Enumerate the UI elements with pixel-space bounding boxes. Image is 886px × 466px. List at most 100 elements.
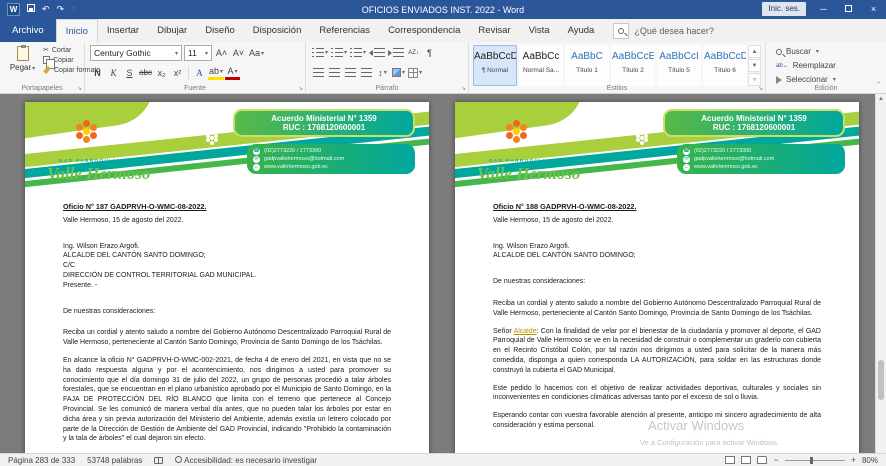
font-color-button[interactable]: A▾ bbox=[225, 65, 240, 80]
paragraph-dialog-launcher[interactable]: ↘ bbox=[461, 85, 466, 92]
borders-button[interactable]: ▾ bbox=[407, 65, 423, 80]
minimize-button[interactable]: ─ bbox=[811, 0, 836, 19]
document-area[interactable]: GAD PARROQUIAL Valle Hermoso Acuerdo Min… bbox=[0, 94, 886, 453]
redo-button[interactable]: ↷ bbox=[57, 3, 65, 16]
search-icon bbox=[618, 28, 624, 34]
scroll-up-arrow[interactable]: ▲ bbox=[876, 94, 886, 105]
style-normal[interactable]: AaBbCcD ¶ Normal bbox=[473, 45, 517, 86]
line-spacing-button[interactable]: ↕▾ bbox=[375, 65, 390, 80]
tab-correspondencia[interactable]: Correspondencia bbox=[379, 19, 469, 42]
page-indicator[interactable]: Página 283 de 333 bbox=[8, 456, 75, 465]
email-address: gadpvallehermoso@hotmail.com bbox=[694, 155, 774, 163]
scrollbar-thumb[interactable] bbox=[878, 360, 884, 400]
document-page-188[interactable]: GAD PARROQUIAL Valle Hermoso Acuerdo Min… bbox=[455, 102, 859, 453]
letter-body[interactable]: Oficio N° 188 GADPRVH-O-WMC-08-2022. Val… bbox=[493, 202, 821, 431]
style-titulo-5[interactable]: AaBbCcI Título 5 bbox=[657, 45, 701, 86]
tab-ayuda[interactable]: Ayuda bbox=[559, 19, 604, 42]
valle-hermoso-flower-logo bbox=[83, 128, 90, 135]
font-family-select[interactable]: Century Gothic▾ bbox=[90, 45, 182, 61]
bold-button[interactable]: N bbox=[90, 65, 105, 80]
phone-number: (02)2773220 / 2773300 bbox=[264, 147, 321, 155]
zoom-slider-thumb[interactable] bbox=[810, 457, 813, 464]
style-titulo-6[interactable]: AaBbCcDc Título 6 bbox=[703, 45, 747, 86]
tab-inicio[interactable]: Inicio bbox=[56, 19, 98, 42]
bullets-button[interactable]: ▾ bbox=[311, 45, 329, 60]
document-page-187[interactable]: GAD PARROQUIAL Valle Hermoso Acuerdo Min… bbox=[25, 102, 429, 453]
maximize-button[interactable] bbox=[836, 0, 861, 19]
website-url: www.vallehermoso.gob.ec bbox=[694, 163, 758, 171]
numbering-button[interactable]: ▾ bbox=[330, 45, 348, 60]
tab-dibujar[interactable]: Dibujar bbox=[148, 19, 196, 42]
multilevel-list-button[interactable]: ▾ bbox=[349, 45, 367, 60]
decrease-indent-button[interactable] bbox=[368, 45, 386, 60]
tab-revisar[interactable]: Revisar bbox=[469, 19, 519, 42]
strikethrough-button[interactable]: abc bbox=[138, 65, 153, 80]
font-size-select[interactable]: 11▾ bbox=[184, 45, 212, 61]
grow-font-button[interactable]: A˄ bbox=[214, 46, 229, 61]
zoom-slider[interactable] bbox=[785, 460, 845, 461]
word-app-icon[interactable]: W bbox=[7, 3, 20, 16]
sort-button[interactable]: AZ↓ bbox=[406, 45, 421, 60]
web-layout-button[interactable] bbox=[757, 456, 767, 464]
align-center-button[interactable] bbox=[327, 65, 342, 80]
email-address: gadpvallehermoso@hotmail.com bbox=[264, 155, 344, 163]
proofing-icon[interactable] bbox=[154, 457, 163, 464]
tab-insertar[interactable]: Insertar bbox=[98, 19, 148, 42]
align-left-button[interactable] bbox=[311, 65, 326, 80]
highlight-color-button[interactable]: ab▾ bbox=[208, 65, 224, 80]
styles-scroll-down[interactable]: ▼ bbox=[748, 59, 761, 72]
collapse-ribbon-button[interactable]: ˆ bbox=[877, 81, 880, 90]
underline-button[interactable]: S bbox=[122, 65, 137, 80]
align-right-button[interactable] bbox=[343, 65, 358, 80]
style-normal-sa[interactable]: AaBbCc Normal Sa... bbox=[519, 45, 563, 86]
tab-archivo[interactable]: Archivo bbox=[0, 19, 56, 42]
letterhead: GAD PARROQUIAL Valle Hermoso Acuerdo Min… bbox=[25, 102, 429, 198]
zoom-in-button[interactable]: + bbox=[851, 455, 856, 465]
superscript-button[interactable]: x² bbox=[170, 65, 185, 80]
shrink-font-button[interactable]: A˅ bbox=[231, 46, 246, 61]
read-mode-button[interactable] bbox=[725, 456, 735, 464]
zoom-level[interactable]: 80% bbox=[862, 456, 878, 465]
style-titulo-1[interactable]: AaBbC Título 1 bbox=[565, 45, 609, 86]
print-layout-button[interactable] bbox=[741, 456, 751, 464]
close-button[interactable]: × bbox=[861, 0, 886, 19]
letter-body[interactable]: Oficio N° 187 GADPRVH-O-WMC-08-2022. Val… bbox=[63, 202, 391, 444]
tab-referencias[interactable]: Referencias bbox=[310, 19, 379, 42]
styles-dialog-launcher[interactable]: ↘ bbox=[758, 85, 763, 92]
styles-scroll-up[interactable]: ▲ bbox=[748, 45, 761, 58]
sign-in-button[interactable]: Inic. ses. bbox=[762, 2, 806, 16]
tab-disposicion[interactable]: Disposición bbox=[244, 19, 311, 42]
text-effects-button[interactable]: A bbox=[192, 65, 207, 80]
justify-button[interactable] bbox=[359, 65, 374, 80]
maximize-icon bbox=[845, 5, 852, 12]
paragraph-2: Señor Alcalde: Con la finalidad de velar… bbox=[493, 327, 821, 376]
subscript-button[interactable]: x₂ bbox=[154, 65, 169, 80]
undo-button[interactable]: ↶ bbox=[42, 3, 50, 16]
replace-button[interactable]: ab↔Reemplazar bbox=[776, 59, 836, 72]
paragraph-group-label: Párrafo bbox=[306, 85, 468, 92]
font-dialog-launcher[interactable]: ↘ bbox=[298, 85, 303, 92]
italic-button[interactable]: K bbox=[106, 65, 121, 80]
tab-diseno[interactable]: Diseño bbox=[196, 19, 244, 42]
clipboard-dialog-launcher[interactable]: ↘ bbox=[77, 85, 82, 92]
change-case-button[interactable]: Aa▾ bbox=[248, 46, 265, 61]
vertical-scrollbar[interactable]: ▲ bbox=[875, 94, 886, 453]
tell-me-label: ¿Qué desea hacer? bbox=[634, 26, 714, 36]
save-button[interactable] bbox=[27, 3, 35, 16]
acuerdo-box: Acuerdo Ministerial N° 1359 RUC : 176812… bbox=[663, 109, 845, 137]
tell-me-search[interactable]: ¿Qué desea hacer? bbox=[613, 19, 714, 42]
accessibility-status[interactable]: Accesibilidad: es necesario investigar bbox=[175, 456, 317, 465]
qat-customize-caret[interactable]: ▾ bbox=[72, 3, 75, 16]
paste-button[interactable]: Pegar▾ bbox=[5, 45, 40, 88]
gad-parroquial-label: GAD PARROQUIAL bbox=[59, 158, 121, 163]
justify-icon bbox=[361, 68, 372, 77]
find-button[interactable]: Buscar▾ bbox=[776, 45, 836, 58]
tab-vista[interactable]: Vista bbox=[520, 19, 559, 42]
shading-button[interactable]: ▾ bbox=[391, 65, 406, 80]
paragraph-3: Este pedido lo hacemos con el objetivo d… bbox=[493, 384, 821, 404]
show-marks-button[interactable]: ¶ bbox=[422, 45, 437, 60]
zoom-out-button[interactable]: − bbox=[773, 455, 778, 465]
word-count[interactable]: 53748 palabras bbox=[87, 456, 142, 465]
increase-indent-button[interactable] bbox=[387, 45, 405, 60]
style-titulo-2[interactable]: AaBbCcE Título 2 bbox=[611, 45, 655, 86]
